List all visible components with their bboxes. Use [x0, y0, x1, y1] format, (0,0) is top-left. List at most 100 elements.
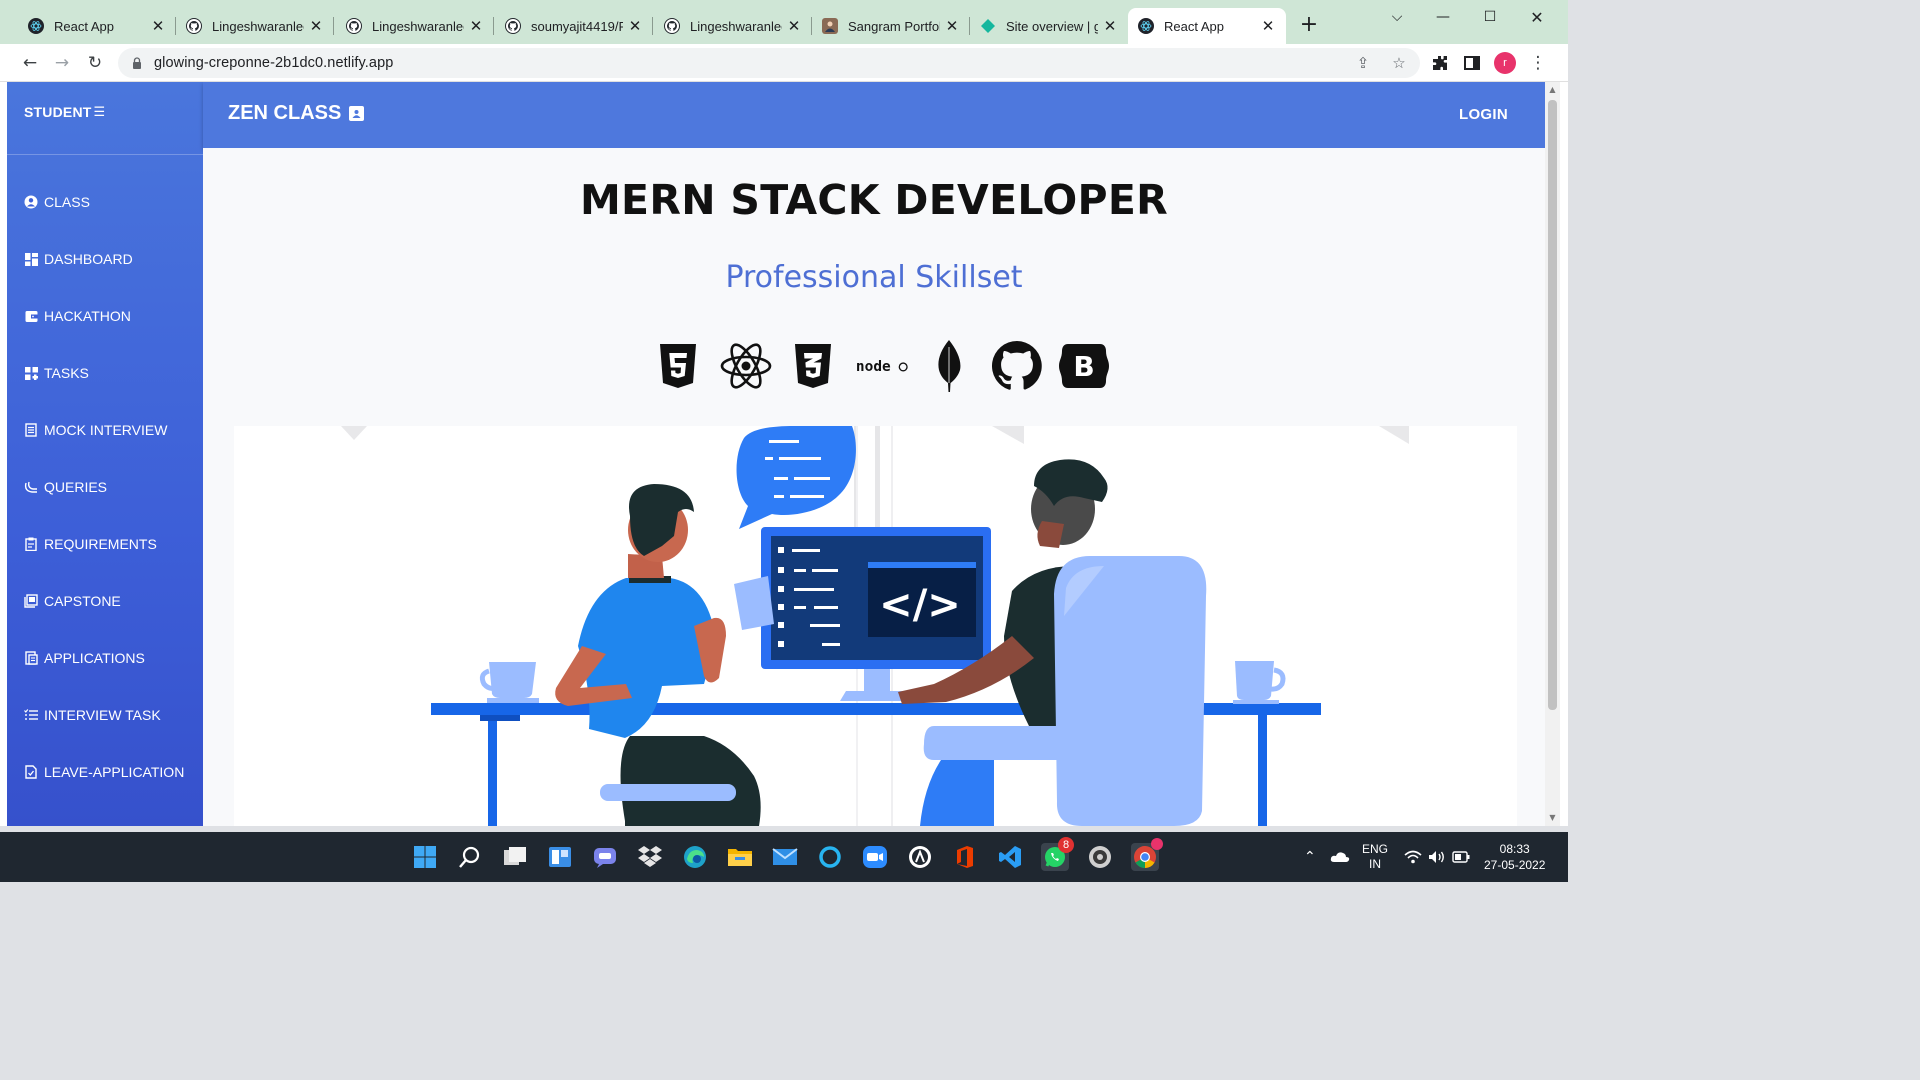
vscode-icon[interactable]	[996, 843, 1024, 871]
back-arrow-icon[interactable]: ←	[17, 50, 43, 76]
kebab-menu-icon[interactable]: ⋮	[1525, 50, 1551, 76]
close-icon[interactable]: ✕	[786, 17, 802, 35]
cortana-icon[interactable]	[816, 843, 844, 871]
sidebar-brand[interactable]: STUDENT ☰	[24, 104, 105, 120]
tab-separator	[652, 17, 653, 35]
share-icon[interactable]: ⇪	[1352, 52, 1374, 74]
forward-arrow-icon[interactable]: →	[49, 50, 75, 76]
obs-recorder-icon[interactable]	[1086, 843, 1114, 871]
sidebar-item-interview-task[interactable]: INTERVIEW TASK	[24, 703, 161, 727]
new-tab-button[interactable]: +	[1296, 12, 1322, 38]
close-icon[interactable]: ✕	[627, 17, 643, 35]
region-code: IN	[1369, 857, 1381, 871]
whatsapp-icon[interactable]: 8	[1041, 837, 1074, 871]
window-close-icon[interactable]: ✕	[1514, 6, 1560, 28]
tab-separator	[493, 17, 494, 35]
wifi-icon[interactable]	[1404, 832, 1422, 882]
chrome-icon[interactable]	[1131, 838, 1163, 871]
profile-avatar[interactable]: r	[1494, 52, 1516, 74]
scrollbar-thumb[interactable]	[1548, 100, 1557, 710]
clipboard-icon	[24, 537, 38, 551]
task-view-icon[interactable]	[501, 843, 529, 871]
bookmark-star-icon[interactable]: ☆	[1388, 52, 1410, 74]
file-explorer-icon[interactable]	[726, 843, 754, 871]
page-scrollbar[interactable]: ▲ ▼	[1545, 82, 1560, 826]
browser-toolbar: ← → ↻ glowing-creponne-2b1dc0.netlify.ap…	[0, 44, 1568, 82]
dropbox-icon[interactable]	[636, 843, 664, 871]
browser-tab[interactable]: soumyajit4419/Pc ✕	[495, 8, 653, 44]
page-subtitle: Professional Skillset	[725, 260, 1023, 295]
browser-tab-strip: React App ✕ Lingeshwaranlee/ ✕ Lingeshwa…	[0, 0, 1568, 44]
scroll-down-arrow-icon[interactable]: ▼	[1548, 813, 1557, 823]
lock-icon	[130, 56, 144, 70]
sidebar-item-dashboard[interactable]: DASHBOARD	[24, 247, 133, 271]
browser-tab[interactable]: Site overview | gl ✕	[970, 8, 1128, 44]
react-icon	[28, 18, 44, 34]
language-indicator[interactable]: ENG IN	[1362, 832, 1388, 882]
clock[interactable]: 08:33 27-05-2022	[1484, 832, 1545, 882]
battery-icon[interactable]	[1452, 832, 1470, 882]
github-icon	[990, 339, 1044, 393]
browser-tab[interactable]: Lingeshwaranlee/ ✕	[336, 8, 494, 44]
browser-tab[interactable]: Sangram Portfoli ✕	[812, 8, 970, 44]
tab-search-icon[interactable]: ⌵	[1374, 6, 1420, 28]
sidebar-item-label: MOCK INTERVIEW	[44, 422, 168, 438]
address-bar[interactable]: glowing-creponne-2b1dc0.netlify.app ⇪ ☆	[118, 48, 1420, 78]
browser-tab-active[interactable]: React App ✕	[1128, 8, 1286, 44]
office-icon[interactable]	[951, 843, 979, 871]
sidebar-item-label: DASHBOARD	[44, 251, 133, 267]
code-symbol: </>	[879, 582, 961, 628]
zoom-icon[interactable]	[861, 843, 889, 871]
reload-icon[interactable]: ↻	[82, 50, 108, 76]
onedrive-cloud-icon[interactable]	[1330, 832, 1350, 882]
html5-icon	[651, 339, 705, 393]
extensions-puzzle-icon[interactable]	[1427, 50, 1453, 76]
tasks-grid-icon	[24, 366, 38, 380]
react-icon	[1138, 18, 1154, 34]
browser-tab[interactable]: Lingeshwaranlee/ ✕	[654, 8, 812, 44]
sidebar-brand-label: STUDENT	[24, 104, 92, 120]
sidebar-item-applications[interactable]: APPLICATIONS	[24, 646, 145, 670]
close-icon[interactable]: ✕	[150, 17, 166, 35]
browser-tab[interactable]: React App ✕	[18, 8, 176, 44]
file-check-icon	[24, 765, 38, 779]
main-content: MERN STACK DEVELOPER Professional Skills…	[203, 148, 1545, 826]
login-button[interactable]: LOGIN	[1459, 106, 1508, 123]
windows-start-icon[interactable]	[411, 843, 439, 871]
sidebar-item-class[interactable]: CLASS	[24, 190, 90, 214]
browser-tab[interactable]: Lingeshwaranlee/ ✕	[176, 8, 334, 44]
hamburger-icon[interactable]: ☰	[94, 105, 106, 120]
sidebar-item-requirements[interactable]: REQUIREMENTS	[24, 532, 157, 556]
mail-icon[interactable]	[771, 843, 799, 871]
close-icon[interactable]: ✕	[308, 17, 324, 35]
clock-time: 08:33	[1499, 842, 1530, 856]
sidebar-item-label: INTERVIEW TASK	[44, 707, 161, 723]
react-icon	[719, 339, 773, 393]
sidebar-item-capstone[interactable]: CAPSTONE	[24, 589, 121, 613]
widgets-icon[interactable]	[546, 843, 574, 871]
volume-icon[interactable]	[1428, 832, 1446, 882]
close-icon[interactable]: ✕	[1260, 17, 1276, 35]
edge-browser-icon[interactable]	[681, 843, 709, 871]
side-panel-icon[interactable]	[1459, 50, 1485, 76]
sidebar-item-hackathon[interactable]: HACKATHON	[24, 304, 131, 328]
close-icon[interactable]: ✕	[468, 17, 484, 35]
github-icon	[346, 18, 362, 34]
sidebar-item-leave-application[interactable]: LEAVE-APPLICATION	[24, 760, 184, 784]
wallet-icon	[24, 309, 38, 323]
scroll-up-arrow-icon[interactable]: ▲	[1548, 85, 1557, 95]
close-icon[interactable]: ✕	[944, 17, 960, 35]
sidebar-item-mock-interview[interactable]: MOCK INTERVIEW	[24, 418, 167, 442]
close-icon[interactable]: ✕	[1102, 17, 1118, 35]
maximize-icon[interactable]: ☐	[1467, 6, 1513, 28]
minimize-icon[interactable]: —	[1420, 6, 1466, 28]
teams-chat-icon[interactable]	[591, 843, 619, 871]
tray-chevron-icon[interactable]: ⌃	[1304, 832, 1316, 882]
sidebar-item-queries[interactable]: QUERIES	[24, 475, 107, 499]
github-desktop-icon[interactable]	[906, 843, 934, 871]
tab-title: Lingeshwaranlee/	[212, 18, 304, 34]
url-text: glowing-creponne-2b1dc0.netlify.app	[154, 55, 394, 71]
search-icon[interactable]	[456, 843, 484, 871]
developers-illustration: </>	[234, 426, 1517, 826]
sidebar-item-tasks[interactable]: TASKS	[24, 361, 89, 385]
